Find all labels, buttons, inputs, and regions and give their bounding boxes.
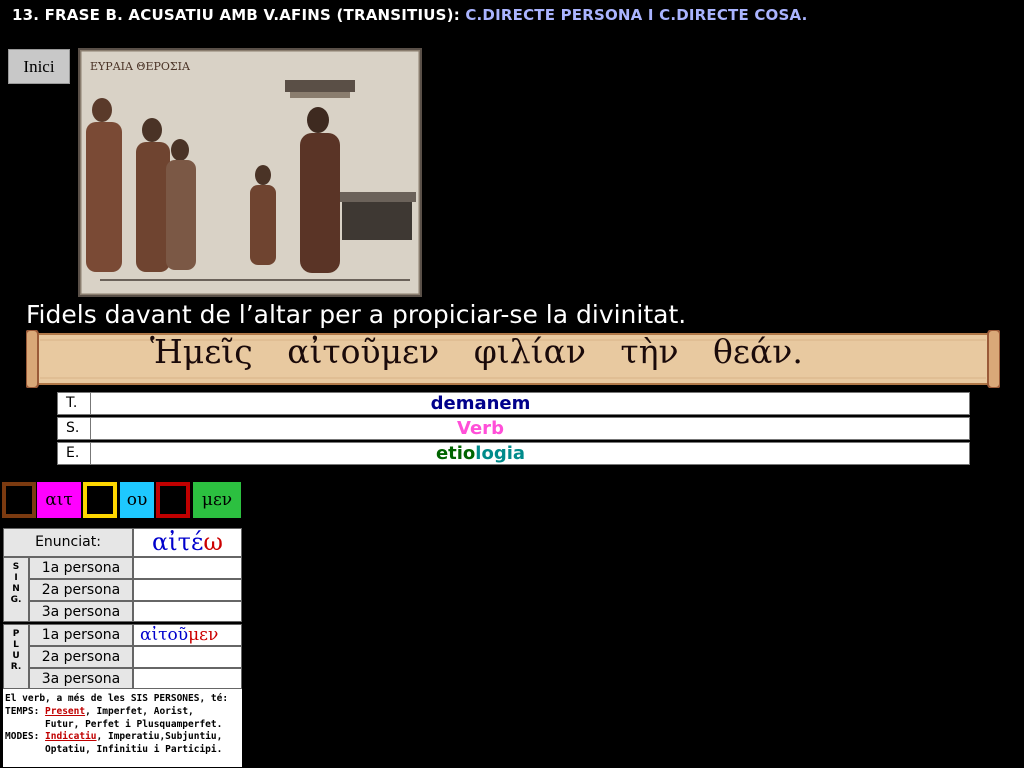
verb-notes: El verb, a més de les SIS PERSONES, té: … — [3, 689, 242, 767]
modes-highlight: Indicatiu — [45, 731, 97, 743]
sing-person-3: 3a persona — [29, 601, 133, 622]
temps-line-2: Futur, Perfet i Plusquamperfet. — [5, 718, 223, 730]
notes-line-1: El verb, a més de les SIS PERSONES, té: — [5, 693, 229, 704]
plur-form-1[interactable]: αἰτοῦμεν — [133, 624, 242, 646]
enunciat-stem: αἰτέ — [152, 528, 204, 556]
etymology-part-b: logia — [475, 443, 526, 464]
plur-form-2[interactable] — [133, 646, 242, 668]
enunciat-ending: ω — [203, 528, 223, 556]
morph-blank-box-1[interactable] — [2, 482, 36, 518]
syntax-row: S. Verb — [57, 417, 970, 440]
plur-person-3: 3a persona — [29, 668, 133, 689]
plur-letter: L — [13, 640, 19, 650]
plural-label: P L U R. — [3, 624, 29, 689]
modes-rest: , Imperatiu,Subjuntiu, — [96, 731, 223, 743]
etymology-row: E. etiologia — [57, 442, 970, 465]
plur-letter: R. — [10, 662, 22, 672]
sing-letter: S — [12, 562, 20, 572]
modes-line-2: Optatiu, Infinitiu i Participi. — [5, 744, 223, 756]
greek-sentence: Ἡμεῖς αἰτοῦμεν φιλίαν τὴν θεάν. — [150, 332, 803, 371]
slide-title: 13. FRASE B. ACUSATIU AMB V.AFINS (TRANS… — [12, 6, 808, 24]
temps-rest: , Imperfet, Aorist, — [85, 705, 194, 717]
temps-highlight: Present — [45, 705, 86, 717]
sing-person-1: 1a persona — [29, 557, 133, 579]
image-caption: Fidels davant de l’altar per a propiciar… — [26, 300, 687, 329]
sing-letter: G. — [10, 595, 22, 605]
plur-form-3[interactable] — [133, 668, 242, 689]
sing-letter: N — [12, 584, 20, 594]
etymology-value: etiologia — [92, 443, 969, 464]
plur-letter: P — [12, 629, 20, 639]
sing-letter: I — [14, 573, 18, 583]
sing-form-1[interactable] — [133, 557, 242, 579]
temps-label: TEMPS: — [5, 705, 46, 717]
enunciat-value: αἰτέω — [133, 528, 242, 557]
syntax-label: S. — [58, 418, 91, 439]
vase-painting-illustration: ΕΥΡΑΙΑ ΘΕΡΟΣΙΑ — [80, 50, 420, 295]
plur-person-1: 1a persona — [29, 624, 133, 646]
home-button[interactable]: Inici — [8, 49, 70, 84]
morph-blank-box-3[interactable] — [156, 482, 190, 518]
plur-form-1-ending: μεν — [188, 625, 219, 645]
modes-label: MODES: — [5, 731, 46, 743]
translation-label: T. — [58, 393, 91, 414]
sing-form-3[interactable] — [133, 601, 242, 622]
enunciat-label: Enunciat: — [3, 528, 133, 557]
morph-ending-box[interactable]: μεν — [193, 482, 241, 518]
sing-person-2: 2a persona — [29, 579, 133, 601]
translation-value: demanem — [430, 393, 531, 414]
title-part-1: 13. FRASE B. ACUSATIU AMB V.AFINS (TRANS… — [12, 6, 466, 24]
singular-label: S I N G. — [3, 557, 29, 622]
plur-letter: U — [12, 651, 20, 661]
vase-painting-image: ΕΥΡΑΙΑ ΘΕΡΟΣΙΑ — [78, 48, 422, 297]
svg-text:ΕΥΡΑΙΑ ΘΕΡΟΣΙΑ: ΕΥΡΑΙΑ ΘΕΡΟΣΙΑ — [90, 60, 191, 73]
title-part-2: C.DIRECTE PERSONA I C.DIRECTE COSA. — [465, 6, 808, 24]
morph-vowel-box[interactable]: ου — [120, 482, 154, 518]
plur-form-1-stem: αἰτοῦ — [140, 625, 189, 645]
syntax-value: Verb — [457, 418, 504, 439]
translation-row: T. demanem — [57, 392, 970, 415]
sing-form-2[interactable] — [133, 579, 242, 601]
etymology-part-a: etio — [435, 443, 476, 464]
plur-person-2: 2a persona — [29, 646, 133, 668]
morph-blank-box-2[interactable] — [83, 482, 117, 518]
etymology-label: E. — [58, 443, 91, 464]
morph-stem-box[interactable]: αιτ — [37, 482, 81, 518]
